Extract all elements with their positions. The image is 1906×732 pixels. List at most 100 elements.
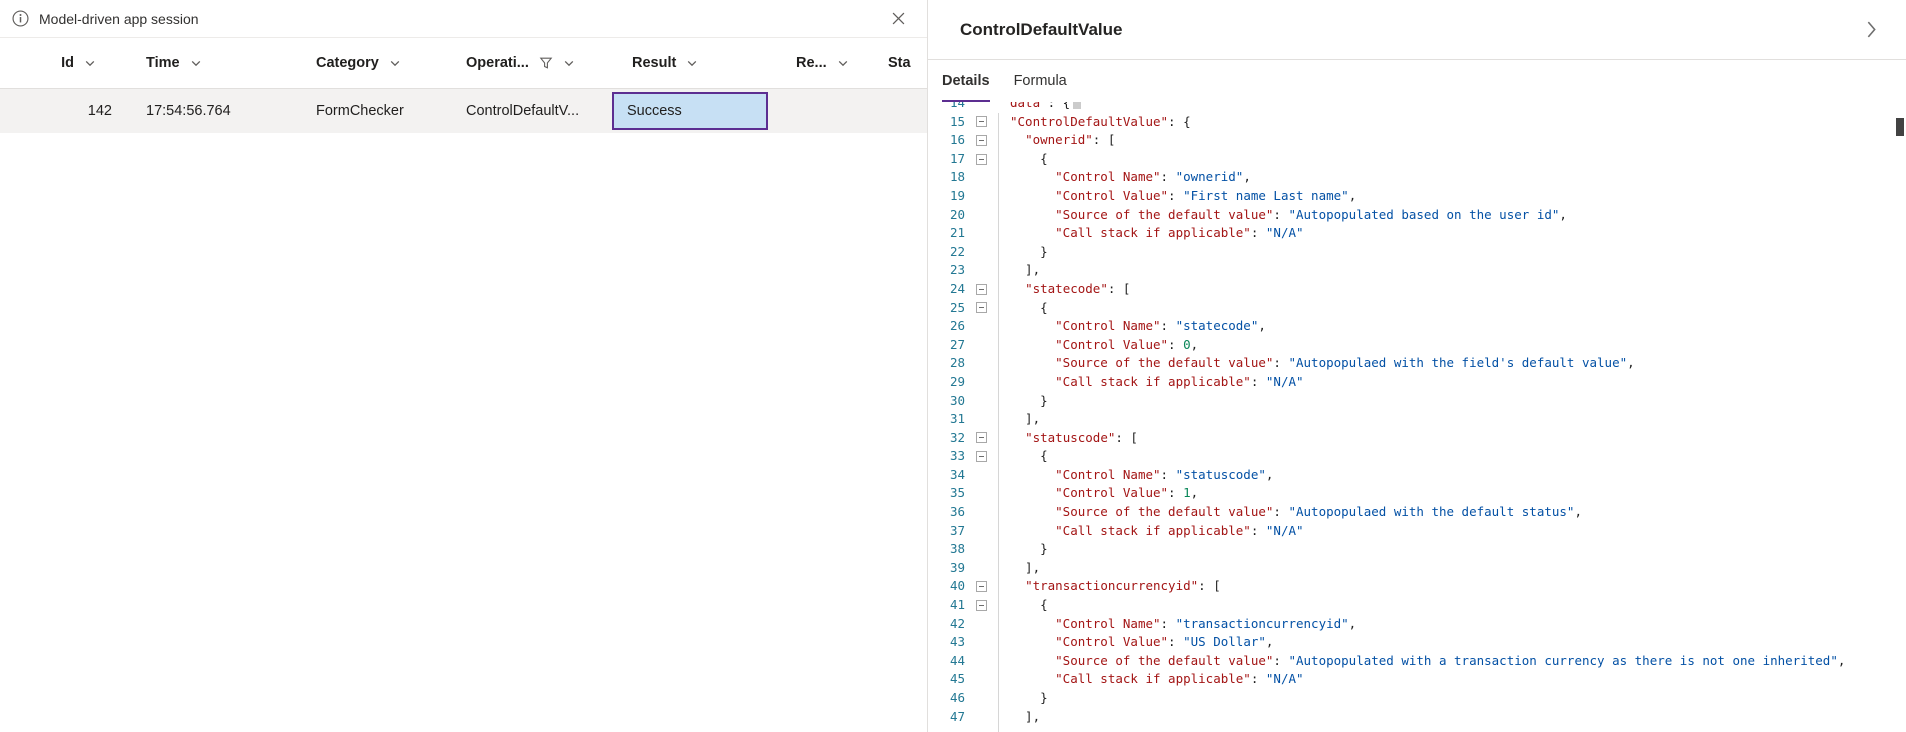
fold-spacer [965, 708, 998, 727]
minus-box-icon [976, 154, 987, 165]
fold-collapse-icon[interactable] [965, 113, 998, 132]
selected-result-cell[interactable]: Success [612, 92, 768, 130]
fold-spacer [965, 689, 998, 708]
selection-box [1073, 102, 1081, 109]
line-number: 23 [928, 261, 965, 280]
code-line: 14data : { [928, 102, 1906, 113]
line-number: 45 [928, 670, 965, 689]
minus-box-icon [976, 432, 987, 443]
code-text: "Source of the default value": "Autopopu… [998, 206, 1567, 225]
cell-operation[interactable]: ControlDefaultV... [460, 103, 610, 119]
minus-box-icon [976, 116, 987, 127]
code-text: "Source of the default value": "Autopopu… [998, 652, 1845, 671]
scrollbar-thumb[interactable] [1896, 118, 1904, 136]
monitor-app: Model-driven app session IdTimeCategoryO… [0, 0, 1906, 732]
fold-collapse-icon[interactable] [965, 577, 998, 596]
table-row[interactable]: 14217:54:56.764FormCheckerControlDefault… [0, 89, 927, 133]
code-text: "Control Name": "ownerid", [998, 168, 1251, 187]
code-lines: 14data : {15"ControlDefaultValue": {16 "… [928, 102, 1906, 726]
line-number: 34 [928, 466, 965, 485]
column-header-sta[interactable]: Sta [880, 38, 927, 88]
expand-panel-button[interactable] [1856, 15, 1886, 45]
code-text: } [998, 689, 1048, 708]
fold-collapse-icon[interactable] [965, 447, 998, 466]
line-number: 29 [928, 373, 965, 392]
column-label: Time [146, 55, 180, 71]
fold-collapse-icon[interactable] [965, 596, 998, 615]
sort-chevron-icon [190, 57, 202, 69]
line-number: 38 [928, 540, 965, 559]
code-line: 26 "Control Name": "statecode", [928, 317, 1906, 336]
line-number: 17 [928, 150, 965, 169]
fold-spacer [965, 670, 998, 689]
fold-collapse-icon[interactable] [965, 280, 998, 299]
code-line: 42 "Control Name": "transactioncurrencyi… [928, 615, 1906, 634]
fold-collapse-icon[interactable] [965, 429, 998, 448]
code-line: 33 { [928, 447, 1906, 466]
tab-label: Details [942, 73, 990, 89]
sort-chevron-icon [686, 57, 698, 69]
cell-id[interactable]: 142 [0, 103, 140, 119]
column-header-time[interactable]: Time [140, 38, 310, 88]
code-line: 19 "Control Value": "First name Last nam… [928, 187, 1906, 206]
fold-collapse-icon[interactable] [965, 299, 998, 318]
scrollbar-track[interactable] [1894, 102, 1906, 732]
close-button[interactable] [883, 4, 913, 34]
code-text: ], [998, 708, 1040, 727]
line-number: 19 [928, 187, 965, 206]
detail-title: ControlDefaultValue [960, 20, 1856, 40]
code-text: "Control Value": 0, [998, 336, 1198, 355]
table-header: Id Time Category Operati... Result Re... Sta [0, 38, 927, 89]
tab-details[interactable]: Details [930, 60, 1002, 102]
detail-panel: ControlDefaultValue Details Formula 14dat… [928, 0, 1906, 732]
column-header-operation[interactable]: Operati... [460, 38, 610, 88]
line-number: 31 [928, 410, 965, 429]
code-text: { [998, 299, 1048, 318]
code-line: 18 "Control Name": "ownerid", [928, 168, 1906, 187]
minus-box-icon [976, 581, 987, 592]
fold-spacer [965, 652, 998, 671]
code-line: 46 } [928, 689, 1906, 708]
line-number: 32 [928, 429, 965, 448]
line-number: 33 [928, 447, 965, 466]
column-header-result[interactable]: Result [610, 38, 770, 88]
line-number: 36 [928, 503, 965, 522]
code-line: 32 "statuscode": [ [928, 429, 1906, 448]
cell-time[interactable]: 17:54:56.764 [140, 103, 310, 119]
line-number: 26 [928, 317, 965, 336]
line-number: 37 [928, 522, 965, 541]
fold-spacer [965, 484, 998, 503]
code-line: 29 "Call stack if applicable": "N/A" [928, 373, 1906, 392]
cell-category[interactable]: FormChecker [310, 103, 460, 119]
tab-bar: Details Formula [928, 60, 1906, 102]
code-editor[interactable]: 14data : {15"ControlDefaultValue": {16 "… [928, 102, 1906, 732]
line-number: 46 [928, 689, 965, 708]
column-label: Operati... [466, 55, 529, 71]
code-line: 25 { [928, 299, 1906, 318]
fold-spacer [965, 187, 998, 206]
tab-formula[interactable]: Formula [1002, 60, 1079, 102]
line-number: 25 [928, 299, 965, 318]
code-text: "ControlDefaultValue": { [998, 113, 1191, 132]
code-text: } [998, 540, 1048, 559]
fold-spacer [965, 466, 998, 485]
code-line: 35 "Control Value": 1, [928, 484, 1906, 503]
column-header-id[interactable]: Id [0, 38, 140, 88]
code-text: "Control Value": 1, [998, 484, 1198, 503]
code-text: "Call stack if applicable": "N/A" [998, 670, 1304, 689]
line-number: 28 [928, 354, 965, 373]
fold-collapse-icon[interactable] [965, 131, 998, 150]
filter-icon[interactable] [539, 56, 553, 70]
column-label: Re... [796, 55, 827, 71]
cell-result[interactable]: Success [610, 89, 770, 133]
code-text: "Call stack if applicable": "N/A" [998, 224, 1304, 243]
code-text: } [998, 392, 1048, 411]
code-text: { [998, 596, 1048, 615]
code-line: 41 { [928, 596, 1906, 615]
column-header-re[interactable]: Re... [770, 38, 880, 88]
fold-spacer [965, 354, 998, 373]
code-line: 23 ], [928, 261, 1906, 280]
code-line: 40 "transactioncurrencyid": [ [928, 577, 1906, 596]
column-header-category[interactable]: Category [310, 38, 460, 88]
fold-collapse-icon[interactable] [965, 150, 998, 169]
